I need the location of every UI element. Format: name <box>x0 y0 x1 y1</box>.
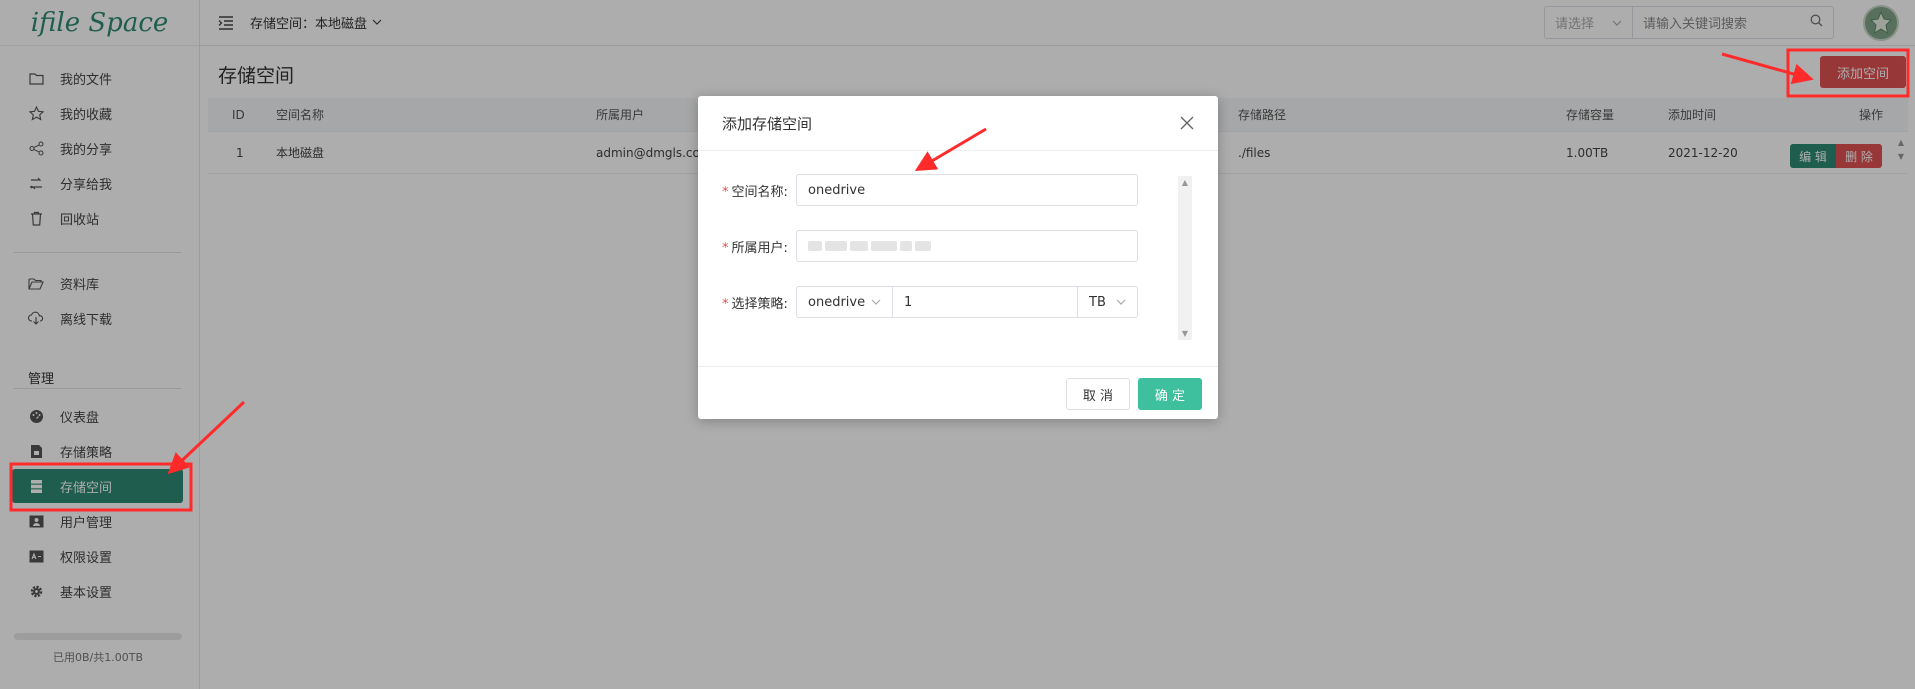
dialog-title: 添加存储空间 <box>722 114 813 133</box>
capacity-input[interactable]: 1 <box>893 286 1078 318</box>
scroll-up-icon[interactable]: ▲ <box>1178 178 1192 187</box>
redacted-owner-value <box>808 241 931 251</box>
policy-select[interactable]: onedrive <box>796 286 893 318</box>
chevron-down-icon <box>1116 297 1126 308</box>
owner-label: * 所属用户: <box>722 240 788 256</box>
add-storage-dialog: 添加存储空间 * 空间名称: onedrive * 所属用户: * 选择策略: one… <box>698 96 1218 419</box>
space-name-label: * 空间名称: <box>722 184 788 200</box>
policy-select-value: onedrive <box>808 294 866 310</box>
policy-label: * 选择策略: <box>722 296 788 312</box>
confirm-button[interactable]: 确 定 <box>1138 378 1202 410</box>
owner-input[interactable] <box>796 230 1138 262</box>
unit-select-value: TB <box>1089 294 1106 310</box>
form-row-policy: * 选择策略: onedrive 1 TB <box>722 286 1138 318</box>
dialog-header: 添加存储空间 <box>698 96 1218 151</box>
dialog-scrollbar[interactable]: ▲ ▼ <box>1178 176 1192 340</box>
cancel-button[interactable]: 取 消 <box>1066 378 1130 410</box>
unit-select[interactable]: TB <box>1078 286 1138 318</box>
scroll-down-icon[interactable]: ▼ <box>1178 329 1192 338</box>
close-icon[interactable] <box>1176 112 1198 134</box>
form-row-name: * 空间名称: onedrive <box>722 174 1138 206</box>
dialog-footer: 取 消 确 定 <box>698 366 1218 419</box>
space-name-input[interactable]: onedrive <box>796 174 1138 206</box>
chevron-down-icon <box>871 297 881 308</box>
form-row-owner: * 所属用户: <box>722 230 1138 262</box>
